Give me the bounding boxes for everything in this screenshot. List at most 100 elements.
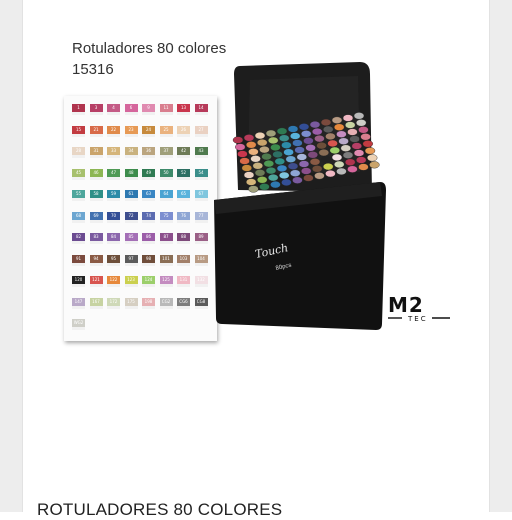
marker-cap bbox=[351, 142, 363, 150]
swatch-code: 91 bbox=[72, 254, 85, 263]
color-swatch: 175 bbox=[124, 297, 138, 309]
marker-cap bbox=[305, 144, 316, 152]
marker-cap bbox=[338, 137, 349, 145]
marker-cap bbox=[360, 133, 371, 141]
swatch-code: 147 bbox=[72, 297, 85, 306]
color-swatch: 68 bbox=[72, 211, 85, 223]
swatch-code: 98 bbox=[142, 254, 155, 263]
marker-cap bbox=[311, 165, 323, 173]
color-swatch: 94 bbox=[89, 254, 103, 266]
swatch-code: 89 bbox=[194, 233, 208, 241]
marker-cap bbox=[265, 166, 277, 175]
color-swatch: 84 bbox=[107, 233, 120, 244]
color-swatch: 50 bbox=[159, 168, 173, 180]
brand-logo: M2 TEC bbox=[388, 293, 450, 323]
marker-cap bbox=[314, 172, 325, 180]
color-swatch: 125 bbox=[159, 276, 173, 287]
color-swatch: 97 bbox=[124, 254, 138, 266]
marker-cap bbox=[333, 160, 345, 169]
color-swatch: 23 bbox=[124, 125, 138, 137]
marker-cap bbox=[237, 150, 248, 158]
swatch-code: 34 bbox=[124, 147, 138, 155]
marker-cap bbox=[289, 169, 301, 177]
color-swatch: 34 bbox=[124, 147, 138, 158]
marker-cap bbox=[250, 155, 261, 163]
color-swatch: WG2 bbox=[72, 319, 85, 330]
swatch-code: 59 bbox=[107, 190, 120, 198]
marker-cap bbox=[320, 118, 332, 127]
marker-cap bbox=[309, 158, 321, 166]
swatch-code: 6 bbox=[124, 104, 138, 112]
swatch-code: 198 bbox=[142, 297, 155, 306]
marker-cap bbox=[307, 151, 319, 159]
color-swatch: 88 bbox=[177, 233, 190, 244]
color-swatch: 46 bbox=[89, 168, 103, 180]
marker-cap bbox=[336, 130, 347, 138]
marker-cap bbox=[246, 178, 257, 186]
marker-cap bbox=[316, 141, 327, 150]
marker-cap bbox=[364, 147, 376, 155]
swatch-code: 88 bbox=[177, 233, 190, 241]
color-swatch: 43 bbox=[194, 147, 208, 158]
color-swatch: 65 bbox=[177, 190, 190, 201]
marker-cap bbox=[358, 126, 369, 134]
swatch-code: 45 bbox=[72, 168, 85, 177]
color-swatch: 89 bbox=[194, 233, 208, 244]
marker-cap bbox=[344, 158, 356, 166]
swatch-code: 68 bbox=[72, 211, 85, 220]
marker-cap bbox=[283, 148, 294, 156]
swatch-code: 67 bbox=[194, 190, 208, 198]
swatch-code: WG2 bbox=[72, 319, 85, 327]
marker-cap bbox=[268, 173, 279, 182]
marker-cap bbox=[270, 143, 281, 152]
marker-cap bbox=[349, 135, 360, 143]
marker-cap bbox=[336, 167, 347, 176]
color-swatch: 6 bbox=[124, 104, 138, 115]
swatch-code: 26 bbox=[177, 125, 190, 134]
marker-cap bbox=[257, 176, 268, 184]
color-swatch: 58 bbox=[89, 190, 103, 201]
swatch-code: 22 bbox=[107, 125, 120, 134]
swatch-code: 69 bbox=[89, 211, 103, 220]
marker-cap bbox=[303, 174, 314, 182]
marker-cap bbox=[232, 136, 244, 144]
marker-cap bbox=[281, 141, 292, 149]
swatch-code: 72 bbox=[124, 211, 138, 220]
marker-cap bbox=[276, 127, 288, 135]
color-swatch: 132 bbox=[194, 276, 208, 287]
swatch-code: 122 bbox=[107, 276, 120, 284]
swatch-code: 87 bbox=[159, 233, 173, 241]
swatch-code: 54 bbox=[194, 168, 208, 177]
swatch-code: 101 bbox=[159, 254, 173, 263]
swatch-code: 25 bbox=[159, 125, 173, 134]
color-swatch: 124 bbox=[142, 276, 155, 287]
swatch-code: 13 bbox=[177, 104, 190, 112]
color-swatch: 36 bbox=[142, 147, 155, 158]
product-title: ROTULADORES 80 COLORES bbox=[37, 500, 283, 519]
swatch-code: 172 bbox=[107, 297, 120, 306]
marker-cap bbox=[309, 120, 321, 129]
marker-cap bbox=[252, 162, 263, 170]
swatch-code: 70 bbox=[107, 211, 120, 220]
swatch-code: 36 bbox=[142, 147, 155, 155]
marker-cap bbox=[270, 180, 281, 189]
marker-cap bbox=[314, 134, 325, 143]
swatch-code: 104 bbox=[194, 254, 208, 263]
marker-cap bbox=[248, 185, 259, 193]
color-swatch: 86 bbox=[142, 233, 155, 244]
swatch-code: 131 bbox=[177, 276, 190, 284]
color-swatch: 48 bbox=[124, 168, 138, 180]
swatch-code: 58 bbox=[89, 190, 103, 198]
marker-cap bbox=[235, 143, 246, 151]
swatch-code: 94 bbox=[89, 254, 103, 263]
color-swatch: 1 bbox=[72, 104, 85, 115]
color-swatch: 55 bbox=[72, 190, 85, 201]
swatch-code: 86 bbox=[142, 233, 155, 241]
marker-cap bbox=[278, 171, 290, 180]
swatch-code: 76 bbox=[177, 211, 190, 220]
color-swatch: 11 bbox=[159, 104, 173, 115]
marker-cap bbox=[292, 139, 303, 147]
swatch-code: 55 bbox=[72, 190, 85, 198]
marker-cap bbox=[355, 119, 367, 127]
swatch-code: CG2 bbox=[159, 297, 173, 306]
